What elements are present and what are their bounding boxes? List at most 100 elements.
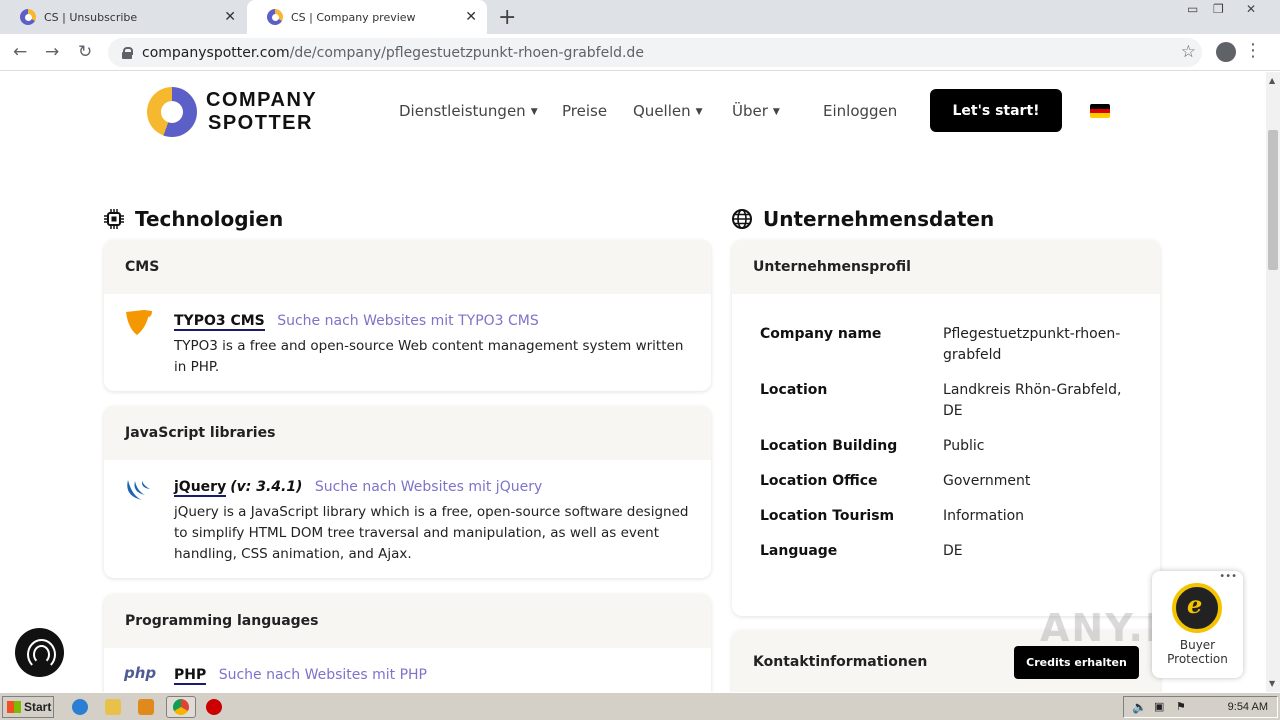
companyspotter-favicon-icon (267, 9, 283, 25)
nav-quellen[interactable]: Quellen ▼ (633, 102, 703, 120)
fact-key: Location (760, 382, 828, 398)
nav-label: Quellen (633, 102, 691, 120)
scroll-down-icon[interactable]: ▼ (1269, 679, 1275, 688)
new-tab-icon[interactable]: + (498, 5, 516, 30)
login-link[interactable]: Einloggen (823, 102, 897, 120)
lock-icon (122, 46, 133, 59)
tech-description: jQuery is a JavaScript library which is … (174, 504, 689, 562)
volume-icon[interactable]: 🔈 (1132, 700, 1147, 714)
tab-title: CS | Company preview (291, 10, 416, 24)
card-category: CMS (104, 240, 711, 294)
browser-tab-unsubscribe[interactable]: CS | Unsubscribe ✕ (0, 0, 246, 34)
fact-key: Language (760, 543, 838, 559)
browser-tab-company-preview[interactable]: CS | Company preview ✕ (247, 0, 487, 34)
german-flag-icon[interactable] (1090, 104, 1110, 118)
page-viewport: COMPANY SPOTTER Dienstleistungen ▼ Preise… (0, 72, 1266, 692)
network-icon[interactable]: ▣ (1154, 700, 1164, 713)
tech-name-link[interactable]: TYPO3 CMS (174, 313, 265, 331)
search-websites-link[interactable]: Suche nach Websites mit PHP (219, 667, 427, 683)
caret-down-icon: ▼ (530, 107, 538, 117)
window-close-icon[interactable]: ✕ (1246, 2, 1256, 16)
fact-value: DE (943, 543, 963, 559)
forward-icon[interactable]: → (45, 42, 59, 62)
credits-button[interactable]: Credits erhalten (1014, 646, 1139, 679)
nav-ueber[interactable]: Über ▼ (732, 102, 780, 120)
card-category: JavaScript libraries (104, 406, 711, 460)
scroll-thumb[interactable] (1268, 130, 1278, 270)
card-heading: Unternehmensprofil (732, 240, 1160, 294)
lets-start-button[interactable]: Let's start! (930, 89, 1062, 132)
nav-label: Über (732, 102, 768, 120)
tab-title: CS | Unsubscribe (44, 10, 138, 24)
internet-explorer-icon[interactable] (72, 699, 88, 715)
profile-avatar-icon[interactable] (1216, 42, 1236, 62)
tech-item: TYPO3 CMS Suche nach Websites mit TYPO3 … (104, 294, 711, 378)
globe-icon (732, 209, 752, 229)
url-field[interactable]: companyspotter.com/de/company/pflegestue… (108, 38, 1202, 67)
badge-line-2: Protection (1167, 652, 1228, 666)
search-websites-link[interactable]: Suche nach Websites mit jQuery (315, 479, 542, 495)
nav-preise[interactable]: Preise (562, 102, 607, 120)
nav-dienstleistungen[interactable]: Dienstleistungen ▼ (399, 102, 538, 120)
section-title-text: Technologien (135, 207, 284, 231)
companyspotter-favicon-icon (20, 9, 36, 25)
chrome-icon (173, 699, 189, 715)
media-player-icon[interactable] (138, 699, 154, 715)
fact-value: Public (943, 438, 985, 454)
search-websites-link[interactable]: Suche nach Websites mit TYPO3 CMS (277, 313, 539, 329)
tech-item: jQuery (v: 3.4.1) Suche nach Websites mit… (104, 460, 711, 565)
tech-name-link[interactable]: jQuery (174, 479, 227, 497)
fact-key: Location Office (760, 473, 878, 489)
minimize-icon[interactable]: ▭ (1187, 2, 1198, 16)
company-spotter-logo[interactable]: COMPANY SPOTTER (147, 87, 317, 137)
company-facts: Company name Pflegestuetzpunkt-rhoen-grab… (732, 294, 1160, 562)
flag-icon[interactable]: ⚑ (1176, 700, 1186, 713)
typo3-icon (126, 310, 152, 335)
scroll-up-icon[interactable]: ▲ (1269, 76, 1275, 85)
fingerprint-icon[interactable] (15, 628, 64, 677)
fact-row: Location Building Public (760, 436, 1132, 457)
start-label: Start (24, 700, 52, 714)
page-scrollbar[interactable]: ▲ ▼ (1266, 72, 1280, 692)
close-icon[interactable]: ✕ (465, 9, 477, 25)
tech-description: TYPO3 is a free and open-source Web cont… (174, 338, 684, 375)
more-options-icon[interactable]: ••• (1219, 571, 1237, 582)
company-data-heading: Unternehmensdaten (732, 207, 994, 231)
fact-value: Information (943, 508, 1025, 524)
start-button[interactable]: Start (2, 696, 54, 718)
fact-value: Landkreis Rhön-Grabfeld, DE (943, 382, 1122, 419)
restore-icon[interactable]: ❐ (1213, 2, 1224, 16)
nav-label: Preise (562, 102, 608, 120)
php-icon: php (124, 664, 157, 682)
logo-mark-icon (147, 87, 197, 137)
close-icon[interactable]: ✕ (224, 9, 236, 25)
section-title-text: Unternehmensdaten (763, 207, 995, 231)
more-menu-icon[interactable]: ⋮ (1244, 40, 1262, 61)
tech-item: php PHP Suche nach Websites mit PHP (104, 648, 711, 685)
bookmark-star-icon[interactable]: ☆ (1181, 42, 1196, 62)
url-path: /de/company/pflegestuetzpunkt-rhoen-grab… (289, 44, 644, 61)
fact-row: Language DE (760, 541, 1132, 562)
windows-logo-icon (7, 701, 21, 713)
fact-value: Government (943, 473, 1031, 489)
technologies-heading: Technologien (104, 207, 283, 231)
trusted-shops-badge[interactable]: ••• e Buyer Protection (1152, 571, 1243, 678)
tech-version: (v: 3.4.1) (230, 479, 303, 495)
tech-name-link[interactable]: PHP (174, 667, 207, 685)
reload-icon[interactable]: ↻ (78, 42, 92, 62)
badge-line-1: Buyer (1179, 638, 1216, 652)
folder-icon[interactable] (105, 699, 121, 715)
caret-down-icon: ▼ (772, 107, 780, 117)
back-icon[interactable]: ← (13, 42, 27, 62)
browser-tab-bar: CS | Unsubscribe ✕ CS | Company preview … (0, 0, 1280, 34)
fact-row: Location Office Government (760, 471, 1132, 492)
fact-key: Location Tourism (760, 508, 895, 524)
tech-card-cms: CMS TYPO3 CMS Suche nach Websites mit TY… (104, 240, 711, 391)
fact-key: Location Building (760, 438, 898, 454)
company-profile-card: Unternehmensprofil Company name Pflegestu… (732, 240, 1160, 616)
fact-key: Company name (760, 326, 882, 342)
tech-card-javascript: JavaScript libraries jQuery (v: 3.4.1) Su… (104, 406, 711, 578)
stop-icon[interactable] (206, 699, 222, 715)
jquery-icon (127, 480, 150, 500)
logo-line-2: SPOTTER (208, 112, 313, 134)
